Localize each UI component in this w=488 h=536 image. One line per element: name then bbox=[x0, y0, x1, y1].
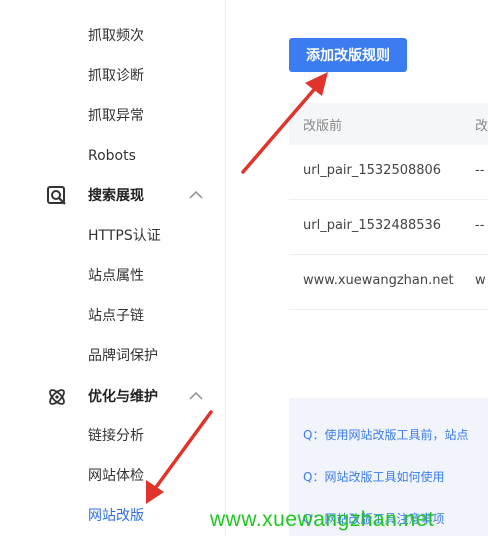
table-row[interactable]: url_pair_1532508806 -- bbox=[289, 145, 488, 200]
table-cell: url_pair_1532508806 bbox=[303, 163, 442, 178]
sidebar-item-site-revision[interactable]: 网站改版 bbox=[88, 506, 144, 526]
table-cell: w bbox=[475, 273, 486, 288]
sidebar-item-sitelinks[interactable]: 站点子链 bbox=[88, 306, 144, 326]
table-cell: www.xuewangzhan.net bbox=[303, 273, 454, 288]
sidebar-item-brand-protection[interactable]: 品牌词保护 bbox=[88, 346, 158, 366]
chevron-up-icon[interactable] bbox=[188, 390, 204, 402]
add-revision-rule-button[interactable]: 添加改版规则 bbox=[289, 38, 407, 72]
sidebar-group-optimize[interactable]: 优化与维护 bbox=[46, 385, 216, 409]
search-display-icon bbox=[47, 186, 66, 205]
table-cell: -- bbox=[475, 163, 485, 178]
sidebar-group-search[interactable]: 搜索展现 bbox=[46, 184, 216, 208]
sidebar-item-crawl-frequency[interactable]: 抓取频次 bbox=[88, 26, 144, 46]
table-cell: url_pair_1532488536 bbox=[303, 218, 442, 233]
sidebar-item-link-analysis[interactable]: 链接分析 bbox=[88, 426, 144, 446]
sidebar-item-crawl-diagnosis[interactable]: 抓取诊断 bbox=[88, 66, 144, 86]
table-row[interactable]: www.xuewangzhan.net w bbox=[289, 255, 488, 310]
sidebar-group-label: 搜索展现 bbox=[88, 188, 144, 204]
table-header: 改版前 改 bbox=[289, 103, 488, 145]
main-content: 添加改版规则 改版前 改 url_pair_1532508806 -- url_… bbox=[227, 0, 488, 536]
faq-link[interactable]: Q：网站改版工具如何使用 bbox=[303, 468, 444, 485]
sidebar-item-site-checkup[interactable]: 网站体检 bbox=[88, 466, 144, 486]
atom-icon bbox=[49, 389, 65, 405]
column-header-after: 改 bbox=[475, 119, 488, 134]
column-header-before: 改版前 bbox=[303, 119, 343, 134]
sidebar-group-label: 优化与维护 bbox=[88, 389, 158, 405]
revision-table: 改版前 改 url_pair_1532508806 -- url_pair_15… bbox=[289, 103, 488, 310]
sidebar-item-crawl-errors[interactable]: 抓取异常 bbox=[88, 106, 144, 126]
sidebar: 抓取频次 抓取诊断 抓取异常 Robots 搜索展现 HTTPS认证 站点属性 … bbox=[0, 0, 226, 536]
sidebar-item-site-attributes[interactable]: 站点属性 bbox=[88, 266, 144, 286]
table-row[interactable]: url_pair_1532488536 -- bbox=[289, 200, 488, 255]
watermark: www.xuewangzhan.net bbox=[210, 508, 435, 531]
table-cell: -- bbox=[475, 218, 485, 233]
sidebar-item-https[interactable]: HTTPS认证 bbox=[88, 226, 161, 246]
sidebar-item-robots[interactable]: Robots bbox=[88, 146, 136, 166]
faq-link[interactable]: Q：使用网站改版工具前，站点 bbox=[303, 426, 468, 443]
chevron-up-icon[interactable] bbox=[188, 189, 204, 201]
